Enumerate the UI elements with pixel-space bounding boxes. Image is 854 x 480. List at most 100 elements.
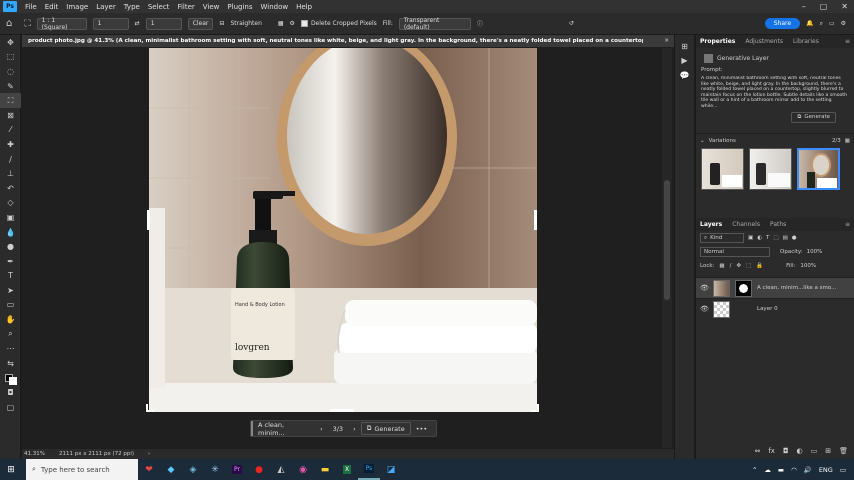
menu-plugins[interactable]: Plugins	[223, 3, 256, 11]
blend-mode-select[interactable]: Normal	[700, 247, 770, 257]
menu-layer[interactable]: Layer	[92, 3, 120, 11]
info-icon[interactable]: ⓘ	[477, 19, 483, 28]
layer-name[interactable]: Layer 0	[757, 306, 778, 312]
grid-view-icon[interactable]: ▦	[845, 138, 850, 144]
eye-icon[interactable]: 👁	[700, 305, 709, 313]
height-field[interactable]: 1	[145, 17, 182, 30]
lock-all-icon[interactable]: 🔒	[756, 263, 763, 269]
filter-smart-icon[interactable]: ▤	[783, 235, 788, 241]
folder-icon[interactable]: ▬	[778, 466, 784, 474]
panel-menu-icon[interactable]: ≡	[845, 221, 850, 228]
layer-filter-select[interactable]: ⌕ Kind	[700, 233, 744, 243]
file-explorer-icon[interactable]: ▬	[314, 459, 336, 480]
straighten-icon[interactable]: ⊟	[219, 20, 224, 27]
swap-icon[interactable]: ⇄	[135, 20, 140, 27]
app-icon[interactable]: ◭	[270, 459, 292, 480]
type-tool-icon[interactable]: T	[0, 269, 21, 284]
prompt-field[interactable]: A clean, minim...	[251, 421, 315, 437]
color-swatches[interactable]	[0, 371, 21, 386]
share-button[interactable]: Share	[764, 18, 801, 29]
prompt-textarea[interactable]: A clean, minimalist bathroom setting wit…	[701, 76, 849, 109]
menu-help[interactable]: Help	[292, 3, 316, 11]
layer-row-generative[interactable]: 👁 A clean, minim...like a smo...	[696, 277, 854, 298]
frame-tool-icon[interactable]: ⊠	[0, 108, 21, 123]
crop-handle[interactable]	[146, 404, 154, 412]
eraser-icon[interactable]: ◇	[0, 196, 21, 211]
copilot-icon[interactable]: ◆	[160, 459, 182, 480]
eye-icon[interactable]: 👁	[700, 284, 709, 292]
delete-cropped-checkbox[interactable]: Delete Cropped Pixels	[300, 20, 377, 27]
add-mask-icon[interactable]: ◘	[783, 447, 789, 455]
tab-channels[interactable]: Channels	[732, 221, 760, 228]
premiere-icon[interactable]: Pr	[226, 459, 248, 480]
menu-select[interactable]: Select	[144, 3, 174, 11]
prev-variation-icon[interactable]: ‹	[315, 421, 328, 436]
brush-tool-icon[interactable]: ∕	[0, 152, 21, 167]
properties-icon[interactable]: ⊞	[675, 39, 694, 54]
ratio-select[interactable]: 1 : 1 (Square)	[36, 17, 87, 31]
bell-icon[interactable]: 🔔	[806, 20, 813, 27]
reset-icon[interactable]: ↺	[569, 20, 574, 27]
zoom-level[interactable]: 41.31%	[24, 451, 45, 457]
notification-icon[interactable]: ▭	[840, 466, 846, 474]
quick-select-icon[interactable]: ✎	[0, 79, 21, 94]
lasso-tool-icon[interactable]: ◌	[0, 64, 21, 79]
status-arrow-icon[interactable]: ›	[148, 451, 150, 457]
play-icon[interactable]: ▶	[675, 54, 694, 69]
dodge-tool-icon[interactable]: ●	[0, 239, 21, 254]
swap-colors-icon[interactable]: ⇆	[0, 356, 21, 371]
fill-select[interactable]: Transparent (default)	[398, 17, 471, 31]
record-icon[interactable]: ●	[248, 459, 270, 480]
volume-icon[interactable]: 🔊	[804, 466, 812, 474]
cloud-icon[interactable]: ☁	[764, 466, 771, 474]
layer-row-layer0[interactable]: 👁 Layer 0	[696, 298, 854, 319]
chevron-up-icon[interactable]: ⌃	[752, 466, 757, 474]
path-select-icon[interactable]: ➤	[0, 283, 21, 298]
fx-icon[interactable]: fx	[768, 447, 775, 455]
eyedropper-icon[interactable]: ⁄	[0, 123, 21, 138]
home-icon[interactable]: ⌂	[6, 18, 12, 29]
search-icon[interactable]: ⌕	[820, 20, 823, 28]
adjustment-layer-icon[interactable]: ◐	[797, 447, 803, 455]
variation-thumbnail-selected[interactable]	[797, 148, 840, 190]
screen-mode-icon[interactable]: ▢	[0, 400, 21, 415]
fill-field[interactable]: 100%	[800, 263, 816, 269]
filter-pixel-icon[interactable]: ▣	[748, 235, 753, 241]
more-tools-icon[interactable]: ⋯	[0, 341, 21, 356]
minimize-button[interactable]: –	[802, 2, 806, 11]
filter-type-icon[interactable]: T	[766, 235, 769, 241]
close-window-button[interactable]: ✕	[841, 2, 848, 11]
tab-layers[interactable]: Layers	[700, 221, 722, 228]
filter-adjust-icon[interactable]: ◐	[757, 235, 762, 241]
variation-thumbnail[interactable]	[701, 148, 744, 190]
lock-pixels-icon[interactable]: ▦	[719, 263, 724, 269]
chevron-down-icon[interactable]: ⌄	[700, 138, 705, 144]
hand-tool-icon[interactable]: ✋	[0, 312, 21, 327]
quick-mask-icon[interactable]: ◘	[0, 385, 21, 400]
move-tool-icon[interactable]: ✥	[0, 35, 21, 50]
menu-filter[interactable]: Filter	[173, 3, 198, 11]
group-icon[interactable]: ▭	[811, 447, 818, 455]
tab-properties[interactable]: Properties	[700, 38, 735, 45]
canvas-image[interactable]: Hand & Body Lotion lovgren	[149, 48, 537, 412]
close-tab-icon[interactable]: ✕	[664, 38, 669, 44]
tab-paths[interactable]: Paths	[770, 221, 786, 228]
more-options-button[interactable]: •••	[411, 421, 433, 436]
document-tab[interactable]: product photo.jpg @ 41.3% (A clean, mini…	[22, 35, 674, 47]
taskbar-search-input[interactable]: ⌕ Type here to search	[26, 459, 138, 480]
next-variation-icon[interactable]: ›	[348, 421, 361, 436]
opacity-field[interactable]: 100%	[807, 249, 823, 255]
settings-icon[interactable]: ✳	[204, 459, 226, 480]
scrollbar-thumb[interactable]	[664, 180, 670, 300]
wifi-icon[interactable]: ◠	[791, 466, 797, 474]
gear-icon[interactable]: ⚙	[290, 20, 295, 27]
windows-start-icon[interactable]: ⊞	[0, 459, 22, 480]
grid-overlay-icon[interactable]: ▦	[278, 20, 284, 27]
chrome-icon[interactable]: ◉	[292, 459, 314, 480]
rectangle-tool-icon[interactable]: ▭	[0, 298, 21, 313]
generate-button[interactable]: ⧉ Generate	[360, 422, 411, 435]
lock-brush-icon[interactable]: ∕	[730, 263, 732, 269]
tab-adjustments[interactable]: Adjustments	[745, 38, 783, 45]
menu-edit[interactable]: Edit	[41, 3, 63, 11]
gradient-tool-icon[interactable]: ▣	[0, 210, 21, 225]
